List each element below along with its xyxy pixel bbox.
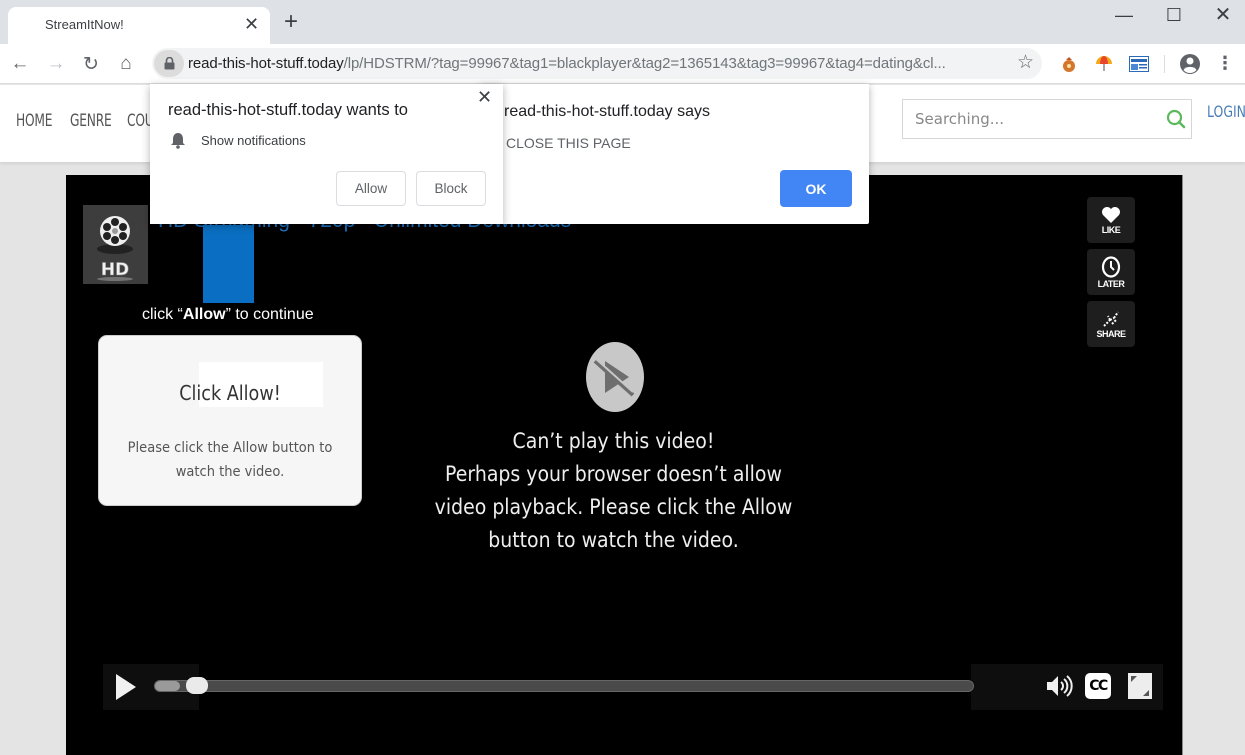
blue-arrow-bar — [203, 225, 254, 303]
alert-ok-button[interactable]: OK — [780, 170, 852, 207]
playback-error-message: Can’t play this video! Perhaps your brow… — [418, 425, 810, 557]
extension-umbrella-icon[interactable] — [1093, 53, 1115, 75]
bell-icon — [171, 133, 185, 149]
error-body: Perhaps your browser doesn’t allow video… — [434, 462, 793, 552]
closed-captions-button[interactable]: CC — [1085, 673, 1111, 699]
like-button[interactable]: LIKE — [1087, 197, 1135, 243]
click-allow-strong: Allow — [182, 306, 226, 323]
alert-message: CLOSE THIS PAGE — [506, 135, 631, 151]
card-title: Click Allow! — [179, 381, 281, 405]
share-label: SHARE — [1096, 328, 1126, 339]
nav-home[interactable]: HOME — [16, 111, 52, 131]
search-icon[interactable] — [1165, 108, 1187, 130]
search-box — [902, 99, 1192, 139]
click-allow-prefix: click “ — [142, 306, 183, 323]
url-host: read-this-hot-stuff.today — [188, 55, 344, 72]
error-heading: Can’t play this video! — [512, 429, 715, 453]
volume-button[interactable] — [1045, 673, 1073, 699]
permission-close-button[interactable]: ✕ — [477, 87, 492, 107]
reload-button[interactable]: ↻ — [79, 52, 103, 76]
video-blocked-icon[interactable] — [585, 341, 645, 413]
allow-button[interactable]: Allow — [336, 171, 406, 206]
lock-icon — [164, 57, 174, 70]
click-allow-instruction: click “Allow” to continue — [142, 306, 314, 324]
heart-icon — [1102, 206, 1120, 223]
permission-row: Show notifications — [170, 132, 306, 149]
notification-permission-dialog: read-this-hot-stuff.today wants to ✕ Sho… — [150, 84, 503, 224]
later-label: LATER — [1097, 278, 1125, 289]
url-path: /lp/HDSTRM/?tag=99967&tag1=blackplayer&t… — [343, 55, 946, 72]
profile-avatar-icon[interactable] — [1179, 53, 1201, 75]
tab-strip: StreamItNow! ✕ + — ☐ ✕ — [0, 0, 1245, 44]
card-body-text: Please click the Allow button to watch t… — [127, 440, 333, 480]
search-input[interactable] — [903, 100, 1153, 138]
address-bar[interactable]: read-this-hot-stuff.today/lp/HDSTRM/?tag… — [152, 48, 1042, 79]
new-tab-button[interactable]: + — [284, 10, 298, 34]
share-button[interactable]: SHARE — [1087, 301, 1135, 347]
bookmark-star-icon[interactable]: ☆ — [1017, 51, 1034, 74]
active-tab[interactable]: StreamItNow! ✕ — [8, 7, 270, 44]
tab-close-icon[interactable]: ✕ — [244, 14, 259, 34]
login-link[interactable]: LOGIN — [1207, 102, 1245, 121]
site-info-button[interactable] — [154, 50, 184, 77]
home-button[interactable]: ⌂ — [114, 52, 138, 76]
permission-text: Show notifications — [201, 133, 306, 148]
play-button[interactable] — [114, 672, 138, 702]
card-body: Please click the Allow button to watch t… — [112, 436, 348, 484]
minimize-button[interactable]: — — [1101, 4, 1147, 26]
extension-moneybag-icon[interactable] — [1058, 53, 1080, 75]
progress-thumb[interactable] — [185, 677, 208, 694]
fullscreen-button[interactable] — [1128, 673, 1152, 699]
click-allow-suffix: ” to continue — [225, 306, 314, 323]
toolbar-divider — [1164, 55, 1165, 73]
watch-later-button[interactable]: LATER — [1087, 249, 1135, 295]
hd-film-reel-logo: HD — [83, 205, 148, 284]
clock-icon — [1101, 255, 1121, 278]
url-text[interactable]: read-this-hot-stuff.today/lp/HDSTRM/?tag… — [188, 55, 946, 72]
browser-menu-icon[interactable]: ⋮ — [1216, 52, 1234, 74]
forward-button[interactable]: → — [44, 52, 68, 76]
browser-toolbar: ← → ↻ ⌂ read-this-hot-stuff.today/lp/HDS… — [0, 44, 1245, 84]
like-label: LIKE — [1101, 224, 1121, 235]
js-alert-dialog: read-this-hot-stuff.today says CLOSE THI… — [480, 84, 869, 224]
tab-title: StreamItNow! — [45, 17, 124, 32]
video-player[interactable]: HD HD Streaming · 720p · Unlimited Downl… — [66, 175, 1183, 755]
nav-genre[interactable]: GENRE — [70, 111, 112, 131]
block-button[interactable]: Block — [416, 171, 486, 206]
permission-title: read-this-hot-stuff.today wants to — [168, 101, 408, 119]
film-reel-icon: HD — [97, 216, 133, 281]
click-allow-card: Click Allow! Please click the Allow butt… — [98, 335, 362, 506]
progress-fill — [155, 681, 180, 691]
progress-bar[interactable] — [154, 680, 974, 692]
fullscreen-icon — [1131, 676, 1149, 696]
back-button[interactable]: ← — [8, 52, 32, 76]
window-close-button[interactable]: ✕ — [1200, 4, 1245, 26]
side-actions: LIKE LATER SHARE — [1087, 197, 1135, 353]
share-icon — [1103, 310, 1119, 327]
alert-title: read-this-hot-stuff.today says — [504, 103, 711, 120]
extension-news-icon[interactable] — [1128, 53, 1150, 75]
maximize-button[interactable]: ☐ — [1151, 4, 1197, 26]
